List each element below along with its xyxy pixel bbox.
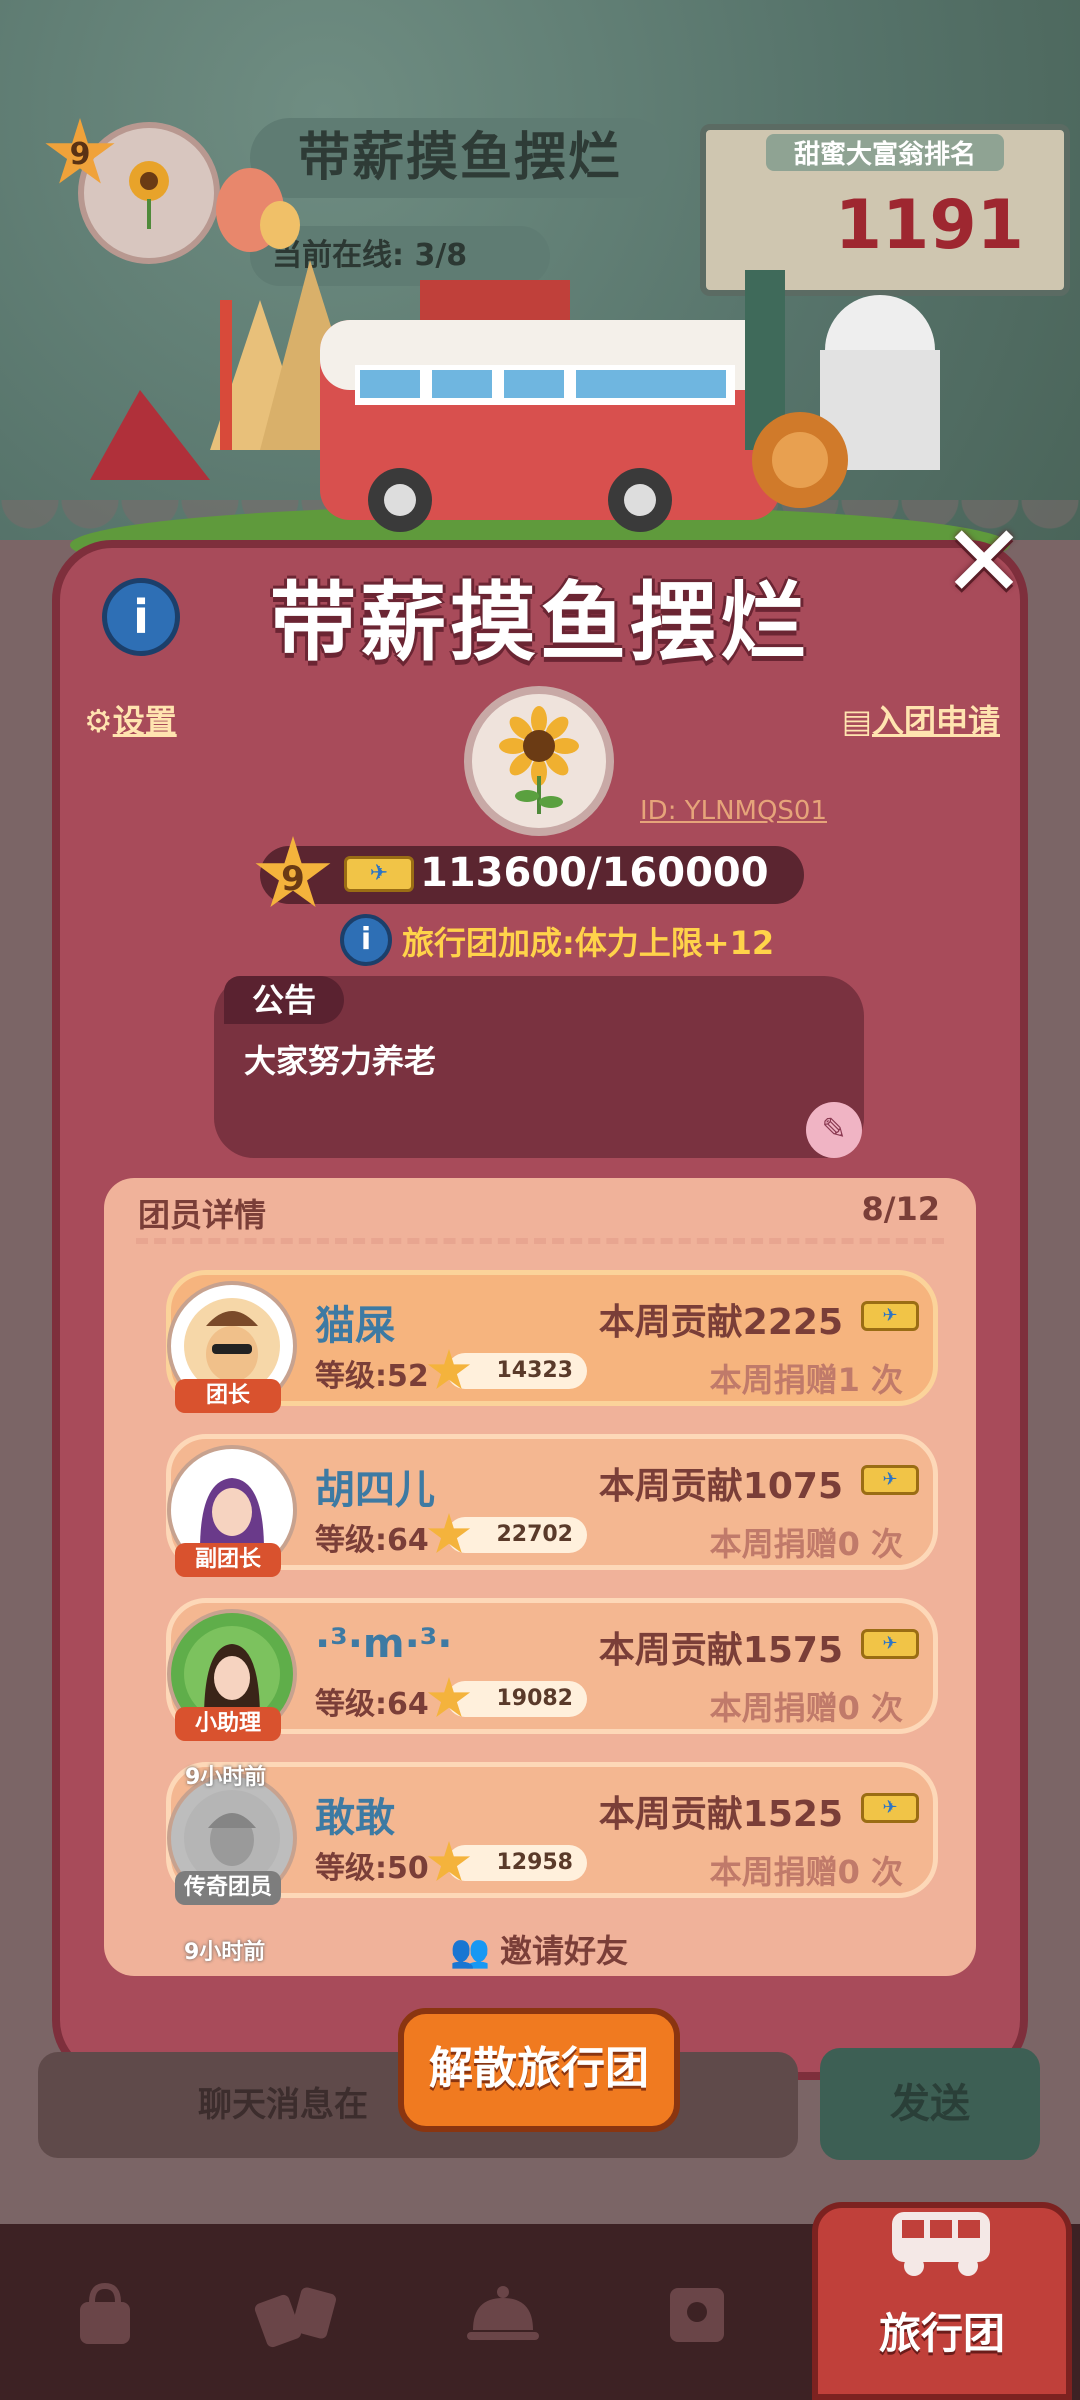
last-online-time: 9小时前 [185, 1765, 267, 1790]
nav-shop[interactable] [30, 2240, 180, 2390]
invite-friends-label: 邀请好友 [500, 1932, 629, 1970]
club-avatar[interactable] [464, 686, 614, 836]
role-badge: 团长 [175, 1379, 281, 1413]
member-donations: 本周捐赠0 次 [709, 1525, 903, 1563]
member-name: 胡四儿 [315, 1467, 435, 1513]
notice-label: 公告 [224, 976, 344, 1024]
travel-bus-illustration [70, 168, 1010, 560]
settings-label: 设置 [112, 702, 177, 740]
notice-text: 大家努力养老 [244, 1042, 437, 1080]
member-row[interactable]: 团长 猫屎 等级:52 14323 本周贡献2225 ✈ 本周捐赠1 次 [166, 1270, 938, 1413]
member-score: 19082 [447, 1681, 587, 1717]
members-divider [136, 1238, 944, 1244]
disband-club-button[interactable]: 解散旅行团 [398, 2008, 680, 2132]
member-score: 14323 [447, 1353, 587, 1389]
ticket-icon: ✈ [861, 1793, 919, 1823]
members-title: 团员详情 [138, 1196, 267, 1234]
member-contribution: 本周贡献1525 [598, 1794, 843, 1835]
member-row[interactable]: 副团长 胡四儿 等级:64 22702 本周贡献1075 ✈ 本周捐赠0 次 [166, 1434, 938, 1577]
club-id[interactable]: ID: YLNMQS01 [640, 796, 827, 826]
role-badge: 副团长 [175, 1543, 281, 1577]
member-contribution: 本周贡献2225 [598, 1302, 843, 1343]
shopping-bag-icon [80, 2282, 130, 2344]
nav-cards[interactable] [222, 2240, 372, 2390]
member-score: 22702 [447, 1517, 587, 1553]
settings-link[interactable]: ⚙设置 [84, 696, 177, 742]
exp-text: 113600/160000 [420, 850, 769, 896]
ticket-icon: ✈ [861, 1629, 919, 1659]
cards-icon [254, 2287, 336, 2348]
close-button[interactable]: ✕ [934, 512, 1034, 612]
info-button[interactable]: i [102, 578, 180, 656]
nav-service[interactable] [428, 2240, 578, 2390]
member-row[interactable]: 小助理 ·³·m·³· 等级:64 19082 本周贡献1575 ✈ 本周捐赠0… [166, 1598, 938, 1741]
last-online-time: 9小时前 [184, 1940, 266, 1965]
member-donations: 本周捐赠1 次 [709, 1361, 903, 1399]
member-level: 等级:64 [315, 1687, 429, 1722]
pencil-icon: ✎ [821, 1112, 847, 1147]
member-level: 等级:50 [315, 1851, 429, 1886]
add-friend-icon: 👥 [450, 1932, 490, 1970]
bus-icon [892, 2212, 990, 2276]
service-bell-icon [467, 2286, 539, 2340]
member-name: 敢敢 [315, 1795, 395, 1841]
member-contribution: 本周贡献1575 [598, 1630, 843, 1671]
nav-map[interactable] [622, 2240, 772, 2390]
join-requests-label: 入团申请 [871, 702, 1000, 740]
edit-notice-button[interactable]: ✎ [806, 1102, 862, 1158]
gear-icon: ⚙ [84, 702, 113, 740]
info-icon: i [340, 914, 392, 966]
close-icon: ✕ [942, 503, 1026, 620]
document-icon: ▤ [841, 702, 872, 740]
ticket-icon: ✈ [861, 1301, 919, 1331]
member-level: 等级:52 [315, 1359, 429, 1394]
member-name: 猫屎 [315, 1303, 395, 1349]
join-requests-link[interactable]: ▤入团申请 [842, 696, 1000, 742]
member-level: 等级:64 [315, 1523, 429, 1558]
member-contribution: 本周贡献1075 [598, 1466, 843, 1507]
member-name: ·³·m·³· [315, 1621, 453, 1667]
sunflower-icon [499, 706, 579, 814]
nav-travel-club-label: 旅行团 [878, 2309, 1005, 2358]
member-donations: 本周捐赠0 次 [709, 1689, 903, 1727]
members-count: 8/12 [861, 1190, 940, 1228]
invite-friends-button[interactable]: 👥 邀请好友 [450, 1926, 628, 1972]
map-icon [670, 2288, 724, 2342]
member-score: 12958 [447, 1845, 587, 1881]
member-row[interactable]: 9小时前 传奇团员 敢敢 等级:50 12958 本周贡献1525 ✈ 本周捐赠… [166, 1762, 938, 1905]
ticket-icon: ✈ [344, 856, 414, 892]
role-badge: 小助理 [175, 1707, 281, 1741]
member-donations: 本周捐赠0 次 [709, 1853, 903, 1891]
role-badge: 传奇团员 [175, 1871, 281, 1905]
ticket-icon: ✈ [861, 1465, 919, 1495]
info-icon: i [133, 590, 149, 644]
send-button[interactable]: 发送 [820, 2048, 1040, 2160]
bonus-text: 旅行团加成:体力上限+12 [402, 924, 775, 962]
